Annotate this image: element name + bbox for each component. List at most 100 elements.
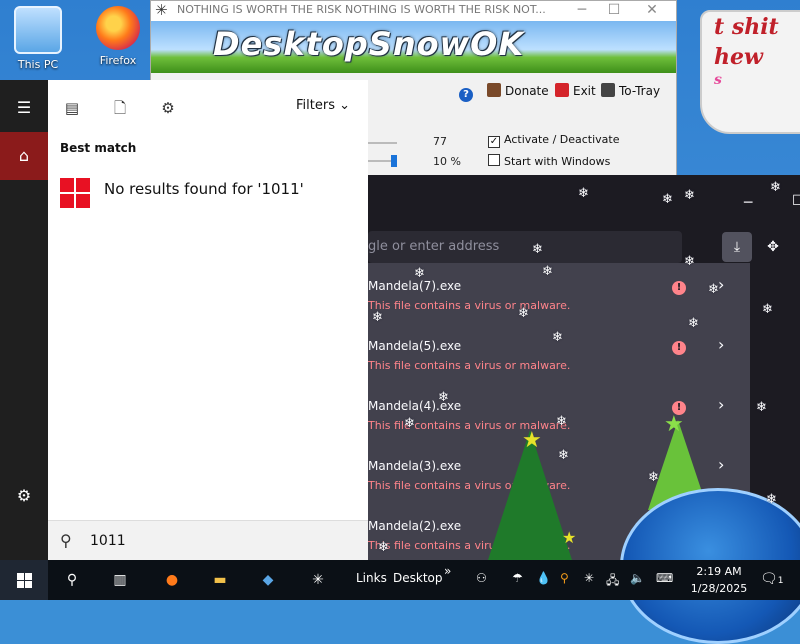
download-icon: ⤓ [733, 239, 741, 255]
window-titlebar[interactable]: ✳ NOTHING IS WORTH THE RISK NOTHING IS W… [151, 1, 676, 21]
slider-thumb[interactable] [391, 155, 397, 167]
maximize-icon[interactable]: ☐ [792, 193, 800, 209]
snowflake-icon: ❄ [684, 188, 695, 203]
task-view-button[interactable]: ▥ [104, 560, 136, 600]
taskbar-search-button[interactable]: ⚲ [56, 560, 88, 600]
density-slider[interactable] [367, 137, 467, 149]
volume-icon[interactable]: 🔈 [630, 571, 645, 585]
download-filename: Mandela(7).exe [368, 279, 462, 293]
notifications-button[interactable]: 🗨1 [760, 571, 784, 587]
snowflake-icon: ❄ [438, 390, 449, 405]
system-clock[interactable]: 2:19 AM 1/28/2025 [690, 563, 748, 597]
search-box[interactable]: ⚲ [48, 520, 368, 561]
help-button[interactable]: ? [459, 82, 477, 102]
tray-app-icon[interactable]: ☂ [512, 571, 523, 585]
checkbox-unchecked-icon [488, 154, 500, 166]
donate-label: Donate [505, 84, 549, 98]
sign-line: hew [714, 44, 763, 70]
chevron-right-icon[interactable]: › [718, 395, 724, 414]
people-icon[interactable]: ⚇ [476, 571, 487, 585]
minimize-icon[interactable]: ─ [744, 195, 752, 211]
settings-tab-icon[interactable]: ⚙ [156, 96, 180, 120]
snowflake-icon: ❄ [648, 470, 659, 485]
tray-search-icon[interactable]: ⚲ [560, 571, 569, 585]
hamburger-menu-button[interactable]: ☰ [0, 84, 48, 132]
home-button[interactable]: ⌂ [0, 132, 48, 180]
taskbar-app[interactable]: ◆ [250, 560, 286, 600]
start-button[interactable] [0, 560, 48, 600]
gear-icon: ⚙ [16, 486, 32, 505]
settings-button[interactable]: ⚙ [0, 472, 48, 520]
warning-icon: ! [672, 341, 686, 355]
links-toolbar[interactable]: Links [356, 571, 387, 585]
desktop-icon-label: Firefox [99, 54, 137, 67]
donate-button[interactable]: Donate [487, 82, 549, 100]
apps-tab-icon[interactable]: ▤ [60, 96, 84, 120]
desktop-icon-this-pc[interactable]: This PC [8, 6, 68, 71]
snowflake-icon: ❄ [578, 186, 589, 201]
activate-checkbox[interactable]: ✓ Activate / Deactivate [488, 133, 620, 148]
slider-value: 77 [433, 135, 447, 148]
warning-icon: ! [672, 281, 686, 295]
maximize-icon[interactable]: ☐ [599, 1, 629, 19]
minimize-icon[interactable]: ─ [567, 1, 597, 19]
downloads-button[interactable]: ⤓ [722, 232, 752, 262]
network-icon[interactable]: 🖧 [606, 571, 619, 592]
brand-logo-text: DesktopSnowOK [213, 25, 525, 63]
sign-line: s [714, 72, 722, 88]
taskbar-file-explorer[interactable]: ▬ [202, 560, 238, 600]
taskbar-desktopsnowok[interactable]: ✳ [300, 560, 336, 600]
star-icon: ★ [562, 528, 577, 547]
snowflake-icon: ❄ [662, 192, 673, 207]
snowflake-icon: ❄ [756, 400, 767, 415]
taskbar-firefox[interactable]: ● [154, 560, 190, 600]
firefox-icon: ● [165, 572, 179, 588]
start-menu-rail: ☰ ⌂ ⚙ [0, 80, 48, 560]
app-icon: ◆ [262, 572, 274, 588]
best-match-heading: Best match [60, 141, 137, 155]
to-tray-button[interactable]: To-Tray [601, 82, 660, 100]
filters-dropdown[interactable]: Filters ⌄ [296, 98, 350, 113]
chevron-down-icon: ⌄ [339, 98, 351, 113]
tray-snowflake-icon[interactable]: ✳ [584, 571, 594, 585]
checkbox-label: Activate / Deactivate [504, 133, 620, 146]
address-bar[interactable]: gle or enter address [368, 231, 682, 263]
desktop-icon-firefox[interactable]: Firefox [88, 6, 148, 67]
snowflake-icon: ❄ [414, 266, 425, 281]
firefox-icon [96, 6, 140, 50]
snowflake-icon: ❄ [552, 330, 563, 345]
tray-app-icon[interactable]: 💧 [536, 571, 551, 585]
to-tray-label: To-Tray [619, 84, 661, 98]
documents-tab-icon[interactable]: 🗋 [108, 96, 132, 120]
start-with-windows-checkbox[interactable]: Start with Windows [488, 154, 610, 168]
clock-time: 2:19 AM [696, 565, 742, 578]
chevron-right-icon[interactable]: › [718, 335, 724, 354]
star-icon: ★ [522, 428, 542, 453]
extensions-button[interactable]: ✥ [758, 232, 788, 262]
exit-button[interactable]: Exit [555, 82, 596, 100]
exit-label: Exit [573, 84, 596, 98]
computer-icon [14, 6, 62, 54]
task-view-icon: ▥ [113, 572, 127, 588]
search-input[interactable] [88, 529, 352, 553]
snowflake-icon: ❄ [556, 414, 567, 429]
search-icon: ⚲ [60, 531, 72, 550]
snowflake-icon: ❄ [518, 306, 529, 321]
slider-track [367, 142, 397, 144]
app-banner: DesktopSnowOK [151, 21, 676, 73]
notification-icon: 🗨 [760, 571, 778, 587]
keyboard-icon[interactable]: ⌨ [656, 571, 673, 585]
search-results-panel: ▤ 🗋 ⚙ Filters ⌄ Best match No results fo… [48, 80, 368, 561]
close-icon[interactable]: ✕ [637, 1, 667, 19]
snowflake-icon: ❄ [378, 540, 389, 555]
desktop-toolbar[interactable]: Desktop [393, 571, 443, 585]
window-title: NOTHING IS WORTH THE RISK NOTHING IS WOR… [177, 3, 546, 16]
notification-count: 1 [777, 576, 784, 586]
toolbar-overflow-icon[interactable]: » [444, 564, 451, 578]
download-filename: Mandela(2).exe [368, 519, 462, 533]
snowflake-app-icon: ✳ [312, 572, 324, 588]
folder-icon: ▬ [213, 572, 227, 588]
browser-titlebar[interactable] [368, 175, 800, 231]
search-filter-tabs: ▤ 🗋 ⚙ Filters ⌄ [48, 80, 368, 136]
chevron-right-icon[interactable]: › [718, 455, 724, 474]
